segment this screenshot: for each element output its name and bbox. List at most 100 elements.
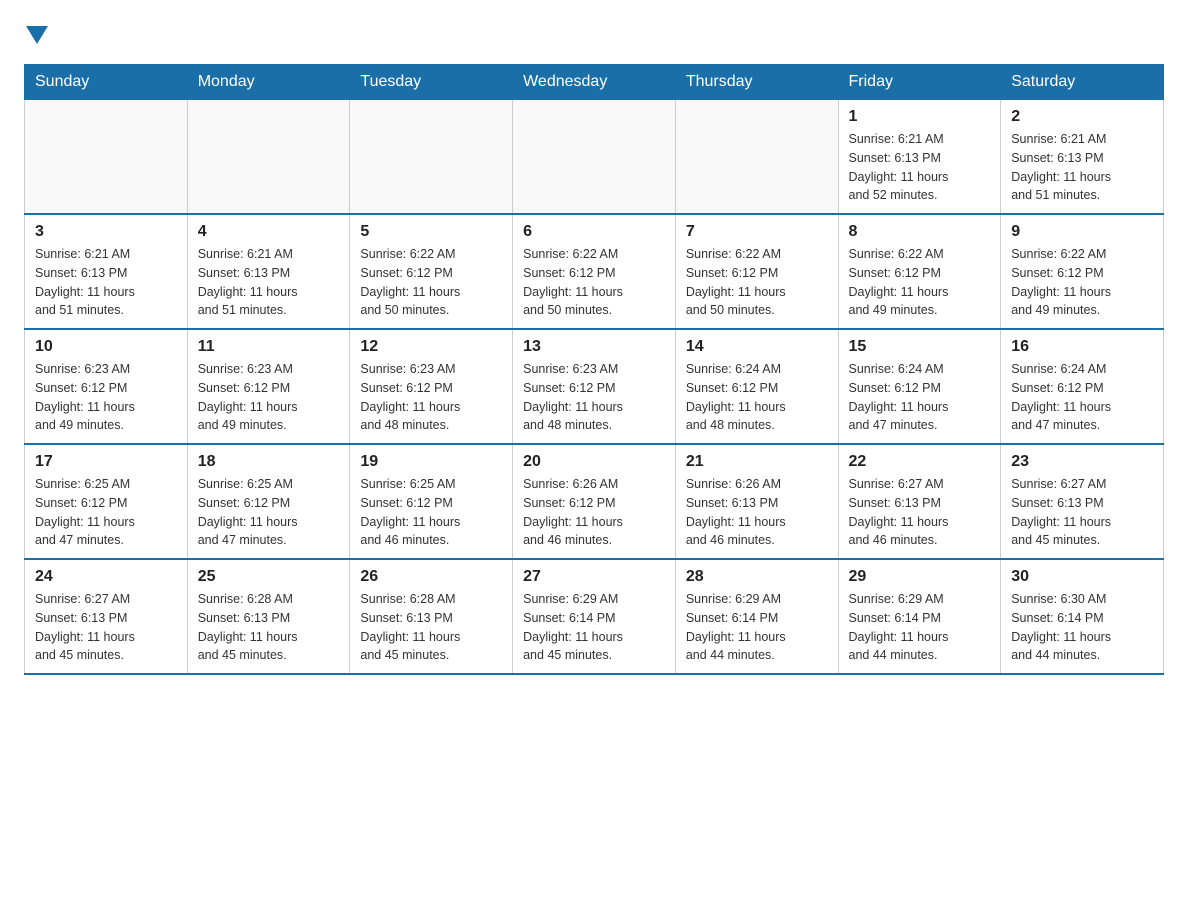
day-number: 4: [198, 223, 340, 241]
calendar-cell: 7Sunrise: 6:22 AMSunset: 6:12 PMDaylight…: [675, 214, 838, 329]
weekday-header: Monday: [187, 65, 350, 100]
day-number: 7: [686, 223, 828, 241]
day-number: 6: [523, 223, 665, 241]
calendar-cell: 14Sunrise: 6:24 AMSunset: 6:12 PMDayligh…: [675, 329, 838, 444]
day-number: 23: [1011, 453, 1153, 471]
day-info: Sunrise: 6:27 AMSunset: 6:13 PMDaylight:…: [849, 475, 991, 550]
day-info: Sunrise: 6:24 AMSunset: 6:12 PMDaylight:…: [849, 360, 991, 435]
calendar-cell: 13 Sunrise: 6:23 AMSunset: 6:12 PMDayligh…: [513, 329, 676, 444]
day-info: Sunrise: 6:23 AMSunset: 6:12 PMDaylight:…: [198, 360, 340, 435]
day-info: Sunrise: 6:29 AMSunset: 6:14 PMDaylight:…: [686, 590, 828, 665]
day-info: Sunrise: 6:26 AMSunset: 6:12 PMDaylight:…: [523, 475, 665, 550]
calendar-cell: [675, 100, 838, 215]
day-number: 2: [1011, 108, 1153, 126]
day-info: Sunrise: 6:22 AMSunset: 6:12 PMDaylight:…: [360, 245, 502, 320]
calendar-cell: 1Sunrise: 6:21 AMSunset: 6:13 PMDaylight…: [838, 100, 1001, 215]
day-number: 24: [35, 568, 177, 586]
logo-area: [24, 24, 48, 48]
day-info: Sunrise: 6:25 AMSunset: 6:12 PMDaylight:…: [360, 475, 502, 550]
day-number: 20: [523, 453, 665, 471]
calendar-cell: 26 Sunrise: 6:28 AMSunset: 6:13 PMDayligh…: [350, 559, 513, 674]
day-info: Sunrise: 6:22 AMSunset: 6:12 PMDaylight:…: [1011, 245, 1153, 320]
day-info: Sunrise: 6:24 AMSunset: 6:12 PMDaylight:…: [1011, 360, 1153, 435]
calendar-cell: 22 Sunrise: 6:27 AMSunset: 6:13 PMDayligh…: [838, 444, 1001, 559]
day-number: 19: [360, 453, 502, 471]
calendar-cell: [187, 100, 350, 215]
calendar-cell: 10Sunrise: 6:23 AMSunset: 6:12 PMDayligh…: [25, 329, 188, 444]
day-info: Sunrise: 6:25 AMSunset: 6:12 PMDaylight:…: [198, 475, 340, 550]
day-info: Sunrise: 6:26 AMSunset: 6:13 PMDaylight:…: [686, 475, 828, 550]
day-info: Sunrise: 6:23 AMSunset: 6:12 PMDaylight:…: [523, 360, 665, 435]
day-info: Sunrise: 6:21 AMSunset: 6:13 PMDaylight:…: [849, 130, 991, 205]
day-info: Sunrise: 6:22 AMSunset: 6:12 PMDaylight:…: [849, 245, 991, 320]
weekday-header: Wednesday: [513, 65, 676, 100]
calendar-week-row: 10 Sunrise: 6:23 AMSunset: 6:12 PMDayligh…: [25, 329, 1164, 444]
day-info: Sunrise: 6:23 AMSunset: 6:12 PMDaylight:…: [360, 360, 502, 435]
weekday-header: Saturday: [1001, 65, 1164, 100]
page-header: [24, 24, 1164, 48]
logo-triangle-icon: [26, 26, 48, 48]
day-number: 11: [198, 338, 340, 356]
calendar-table: SundayMondayTuesdayWednesdayThursdayFrid…: [24, 64, 1164, 675]
day-info: Sunrise: 6:22 AMSunset: 6:12 PMDaylight:…: [523, 245, 665, 320]
day-number: 15: [849, 338, 991, 356]
day-info: Sunrise: 6:29 AMSunset: 6:14 PMDaylight:…: [523, 590, 665, 665]
calendar-cell: 15 Sunrise: 6:24 AMSunset: 6:12 PMDayligh…: [838, 329, 1001, 444]
weekday-header: Thursday: [675, 65, 838, 100]
day-number: 21: [686, 453, 828, 471]
day-number: 17: [35, 453, 177, 471]
calendar-cell: 28Sunrise: 6:29 AMSunset: 6:14 PMDayligh…: [675, 559, 838, 674]
calendar-cell: 24 Sunrise: 6:27 AMSunset: 6:13 PMDayligh…: [25, 559, 188, 674]
calendar-cell: 27Sunrise: 6:29 AMSunset: 6:14 PMDayligh…: [513, 559, 676, 674]
day-number: 8: [849, 223, 991, 241]
day-info: Sunrise: 6:21 AMSunset: 6:13 PMDaylight:…: [198, 245, 340, 320]
calendar-week-row: 3Sunrise: 6:21 AMSunset: 6:13 PMDaylight…: [25, 214, 1164, 329]
day-info: Sunrise: 6:24 AMSunset: 6:12 PMDaylight:…: [686, 360, 828, 435]
day-info: Sunrise: 6:28 AMSunset: 6:13 PMDaylight:…: [360, 590, 502, 665]
calendar-cell: 25Sunrise: 6:28 AMSunset: 6:13 PMDayligh…: [187, 559, 350, 674]
day-number: 30: [1011, 568, 1153, 586]
calendar-cell: 19 Sunrise: 6:25 AMSunset: 6:12 PMDayligh…: [350, 444, 513, 559]
day-number: 22: [849, 453, 991, 471]
calendar-cell: [25, 100, 188, 215]
calendar-cell: 6 Sunrise: 6:22 AMSunset: 6:12 PMDaylight…: [513, 214, 676, 329]
weekday-header: Sunday: [25, 65, 188, 100]
day-info: Sunrise: 6:28 AMSunset: 6:13 PMDaylight:…: [198, 590, 340, 665]
day-number: 12: [360, 338, 502, 356]
calendar-cell: 11 Sunrise: 6:23 AMSunset: 6:12 PMDayligh…: [187, 329, 350, 444]
calendar-cell: 9Sunrise: 6:22 AMSunset: 6:12 PMDaylight…: [1001, 214, 1164, 329]
day-info: Sunrise: 6:30 AMSunset: 6:14 PMDaylight:…: [1011, 590, 1153, 665]
calendar-cell: 2Sunrise: 6:21 AMSunset: 6:13 PMDaylight…: [1001, 100, 1164, 215]
day-info: Sunrise: 6:25 AMSunset: 6:12 PMDaylight:…: [35, 475, 177, 550]
weekday-header: Friday: [838, 65, 1001, 100]
day-info: Sunrise: 6:29 AMSunset: 6:14 PMDaylight:…: [849, 590, 991, 665]
day-number: 16: [1011, 338, 1153, 356]
day-info: Sunrise: 6:21 AMSunset: 6:13 PMDaylight:…: [35, 245, 177, 320]
calendar-cell: 18 Sunrise: 6:25 AMSunset: 6:12 PMDayligh…: [187, 444, 350, 559]
calendar-week-row: 17 Sunrise: 6:25 AMSunset: 6:12 PMDayligh…: [25, 444, 1164, 559]
calendar-cell: 29 Sunrise: 6:29 AMSunset: 6:14 PMDayligh…: [838, 559, 1001, 674]
logo: [24, 24, 48, 48]
calendar-week-row: 1Sunrise: 6:21 AMSunset: 6:13 PMDaylight…: [25, 100, 1164, 215]
day-number: 29: [849, 568, 991, 586]
day-number: 10: [35, 338, 177, 356]
calendar-cell: 16 Sunrise: 6:24 AMSunset: 6:12 PMDayligh…: [1001, 329, 1164, 444]
calendar-cell: 20 Sunrise: 6:26 AMSunset: 6:12 PMDayligh…: [513, 444, 676, 559]
calendar-cell: 30 Sunrise: 6:30 AMSunset: 6:14 PMDayligh…: [1001, 559, 1164, 674]
calendar-cell: 3Sunrise: 6:21 AMSunset: 6:13 PMDaylight…: [25, 214, 188, 329]
calendar-cell: 23 Sunrise: 6:27 AMSunset: 6:13 PMDayligh…: [1001, 444, 1164, 559]
calendar-cell: [350, 100, 513, 215]
calendar-cell: 17 Sunrise: 6:25 AMSunset: 6:12 PMDayligh…: [25, 444, 188, 559]
day-info: Sunrise: 6:27 AMSunset: 6:13 PMDaylight:…: [35, 590, 177, 665]
day-number: 26: [360, 568, 502, 586]
day-number: 18: [198, 453, 340, 471]
calendar-cell: 4 Sunrise: 6:21 AMSunset: 6:13 PMDaylight…: [187, 214, 350, 329]
weekday-header-row: SundayMondayTuesdayWednesdayThursdayFrid…: [25, 65, 1164, 100]
weekday-header: Tuesday: [350, 65, 513, 100]
calendar-cell: 5Sunrise: 6:22 AMSunset: 6:12 PMDaylight…: [350, 214, 513, 329]
calendar-week-row: 24 Sunrise: 6:27 AMSunset: 6:13 PMDayligh…: [25, 559, 1164, 674]
day-info: Sunrise: 6:27 AMSunset: 6:13 PMDaylight:…: [1011, 475, 1153, 550]
calendar-cell: 8 Sunrise: 6:22 AMSunset: 6:12 PMDaylight…: [838, 214, 1001, 329]
day-number: 13: [523, 338, 665, 356]
calendar-cell: [513, 100, 676, 215]
